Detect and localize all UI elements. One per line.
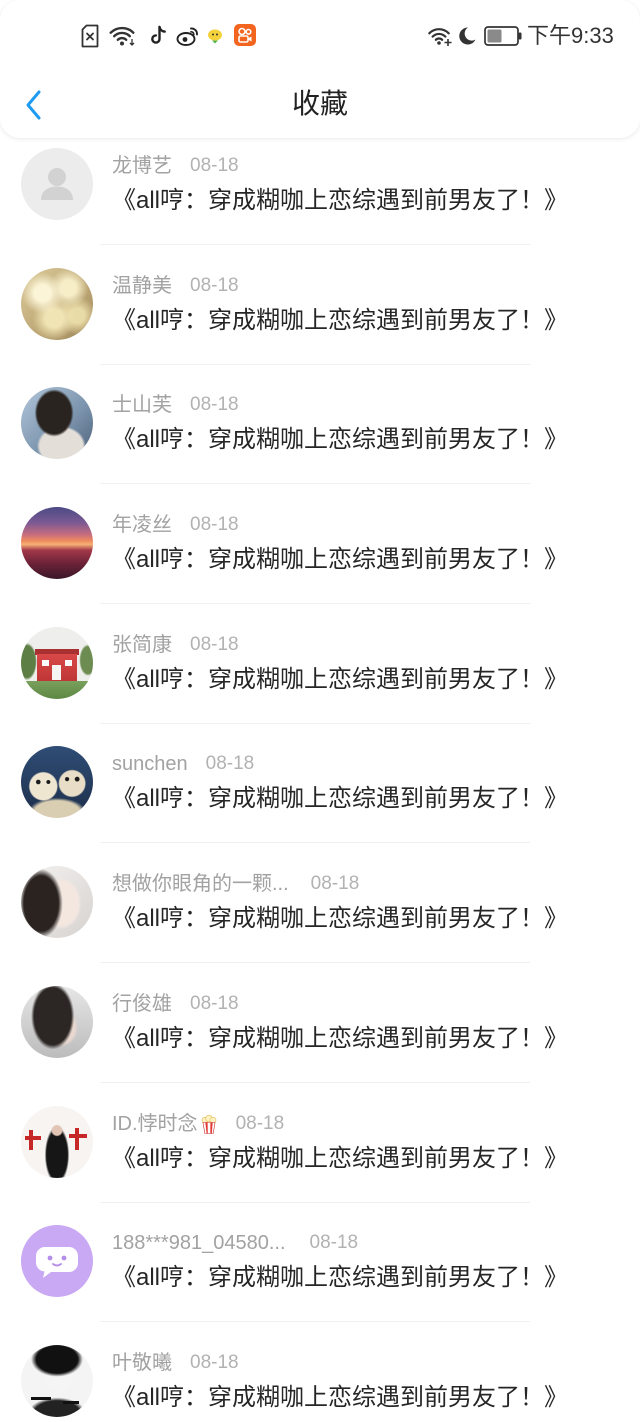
user-avatar[interactable]	[21, 866, 93, 939]
item-meta: 龙博艺 08-18	[112, 154, 239, 178]
app-bird-icon	[208, 29, 222, 44]
item-meta: sunchen 08-18	[112, 752, 254, 776]
divider	[100, 722, 530, 724]
book-title: 《all哼：穿成糊咖上恋综遇到前男友了！》	[112, 426, 569, 454]
status-time: 下午9:33	[527, 23, 614, 48]
item-meta: ID.悖时念 08-18	[112, 1112, 284, 1136]
divider	[100, 962, 530, 964]
book-title: 《all哼：穿成糊咖上恋综遇到前男友了！》	[112, 905, 569, 933]
book-title: 《all哼：穿成糊咖上恋综遇到前男友了！》	[112, 187, 569, 214]
item-meta: 士山芙 08-18	[112, 393, 239, 417]
favorite-item[interactable]: 行俊雄 08-18 《all哼：穿成糊咖上恋综遇到前男友了！》	[0, 976, 640, 1096]
item-date: 08-18	[205, 753, 255, 775]
moon-icon	[459, 27, 476, 45]
favorite-item[interactable]: 张简康 08-18 《all哼：穿成糊咖上恋综遇到前男友了！》	[0, 617, 640, 737]
divider	[100, 1201, 530, 1203]
favorite-item[interactable]: 龙博艺 08-18 《all哼：穿成糊咖上恋综遇到前男友了！》	[0, 138, 640, 258]
user-name: 行俊雄	[112, 992, 172, 1015]
book-title: 《all哼：穿成糊咖上恋综遇到前男友了！》	[112, 785, 569, 813]
user-avatar[interactable]	[21, 985, 93, 1058]
user-name: 张简康	[112, 633, 172, 656]
favorite-item[interactable]: sunchen 08-18 《all哼：穿成糊咖上恋综遇到前男友了！》	[0, 736, 640, 856]
user-avatar[interactable]	[21, 626, 93, 699]
chat-bubble-icon	[36, 1247, 78, 1279]
item-date: 08-18	[190, 1351, 239, 1373]
popcorn-emoji-icon	[200, 1114, 218, 1134]
favorite-item[interactable]: ID.悖时念 08-18 《all哼：穿成糊咖上恋综遇到前男友了！》	[0, 1096, 640, 1216]
user-avatar[interactable]	[21, 148, 93, 220]
wifi-signal-icon	[428, 28, 452, 46]
book-title: 《all哼：穿成糊咖上恋综遇到前男友了！》	[112, 1024, 569, 1052]
favorite-item[interactable]: 年凌丝 08-18 《all哼：穿成糊咖上恋综遇到前男友了！》	[0, 497, 640, 617]
user-name: 士山芙	[112, 394, 172, 417]
item-meta: 张简康 08-18	[112, 633, 239, 657]
user-avatar[interactable]	[21, 1225, 93, 1298]
item-date: 08-18	[190, 394, 239, 416]
book-title: 《all哼：穿成糊咖上恋综遇到前男友了！》	[112, 306, 569, 334]
favorite-item[interactable]: 叶敬曦 08-18 《all哼：穿成糊咖上恋综遇到前男友了！》	[0, 1335, 640, 1422]
favorite-item[interactable]: 温静美 08-18 《all哼：穿成糊咖上恋综遇到前男友了！》	[0, 258, 640, 378]
user-name: 年凌丝	[112, 514, 172, 537]
favorite-item[interactable]: 士山芙 08-18 《all哼：穿成糊咖上恋综遇到前男友了！》	[0, 377, 640, 497]
user-avatar[interactable]	[21, 267, 93, 340]
book-title: 《all哼：穿成糊咖上恋综遇到前男友了！》	[112, 1264, 569, 1292]
user-name: 188***981_04580...	[112, 1232, 286, 1255]
item-meta: 行俊雄 08-18	[112, 992, 239, 1016]
user-name: 温静美	[112, 274, 172, 297]
divider	[100, 244, 530, 245]
item-date: 08-18	[235, 1112, 285, 1134]
item-meta: 叶敬曦 08-18	[112, 1351, 239, 1375]
user-avatar[interactable]	[21, 507, 93, 580]
item-meta: 温静美 08-18	[112, 274, 239, 298]
user-avatar[interactable]	[21, 746, 93, 819]
user-name: sunchen	[112, 753, 188, 776]
tiktok-icon	[151, 25, 166, 44]
divider	[100, 603, 530, 605]
book-title: 《all哼：穿成糊咖上恋综遇到前男友了！》	[112, 546, 569, 574]
favorite-item[interactable]: 188***981_04580... 08-18 《all哼：穿成糊咖上恋综遇到…	[0, 1215, 640, 1335]
status-bar: 下午9:33	[0, 0, 640, 70]
top-bar: 下午9:33 收藏	[0, 0, 640, 138]
book-title: 《all哼：穿成糊咖上恋综遇到前男友了！》	[112, 1144, 569, 1172]
user-name: 龙博艺	[112, 155, 172, 177]
item-date: 08-18	[190, 992, 239, 1014]
user-avatar[interactable]	[21, 387, 93, 460]
item-meta: 想做你眼角的一颗... 08-18	[112, 872, 359, 896]
user-silhouette-icon	[41, 168, 73, 200]
user-name: 叶敬曦	[112, 1351, 172, 1374]
item-date: 08-18	[309, 1232, 359, 1254]
favorites-list[interactable]: 龙博艺 08-18 《all哼：穿成糊咖上恋综遇到前男友了！》 温静美 08-1…	[0, 138, 640, 1422]
item-date: 08-18	[190, 514, 239, 536]
user-name: 想做你眼角的一颗...	[112, 873, 289, 896]
item-meta: 188***981_04580... 08-18	[112, 1231, 358, 1255]
item-date: 08-18	[190, 274, 239, 296]
divider	[100, 363, 530, 365]
page-title: 收藏	[291, 88, 348, 119]
battery-icon	[484, 26, 522, 46]
book-title: 《all哼：穿成糊咖上恋综遇到前男友了！》	[112, 1383, 569, 1411]
sim-off-icon	[81, 24, 99, 48]
divider	[100, 1081, 530, 1083]
divider	[100, 483, 530, 485]
user-avatar[interactable]	[21, 1105, 93, 1178]
divider	[100, 1321, 530, 1323]
kuaishou-icon	[234, 24, 256, 46]
divider	[100, 842, 530, 844]
user-name: ID.悖时念	[112, 1112, 198, 1135]
user-avatar[interactable]	[21, 1344, 93, 1417]
wifi-icon	[109, 26, 135, 46]
favorite-item[interactable]: 想做你眼角的一颗... 08-18 《all哼：穿成糊咖上恋综遇到前男友了！》	[0, 856, 640, 976]
weibo-icon	[176, 27, 198, 46]
item-date: 08-18	[310, 873, 360, 895]
item-date: 08-18	[190, 155, 239, 176]
item-date: 08-18	[190, 633, 239, 655]
item-meta: 年凌丝 08-18	[112, 513, 239, 537]
book-title: 《all哼：穿成糊咖上恋综遇到前男友了！》	[112, 665, 569, 693]
